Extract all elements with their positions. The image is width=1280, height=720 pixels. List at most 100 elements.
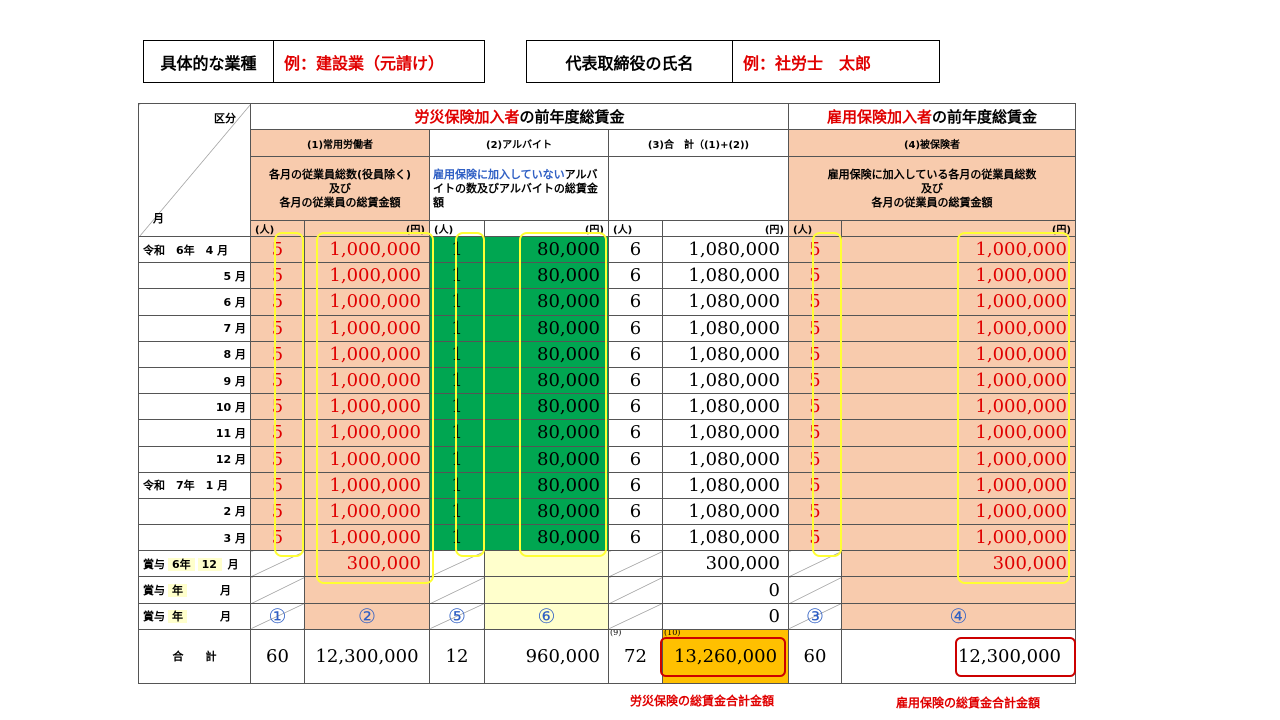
regular-count[interactable]: 5 bbox=[250, 288, 305, 316]
regular-count[interactable]: 5 bbox=[250, 366, 305, 395]
bonus-regular-wage[interactable]: ② bbox=[304, 602, 430, 630]
total-wage: 1,080,000 bbox=[662, 471, 789, 499]
regular-wage[interactable]: 1,000,000 bbox=[304, 524, 430, 552]
insured-count[interactable]: 5 bbox=[788, 288, 842, 316]
month-label: 9 月 bbox=[138, 366, 251, 395]
col4-description: 雇用保険に加入している各月の従業員総数 及び 各月の従業員の総賃金額 bbox=[788, 156, 1076, 221]
unit-yen-2: (円) bbox=[484, 220, 609, 237]
insured-count[interactable]: 5 bbox=[788, 471, 842, 499]
parttime-count[interactable]: 1 bbox=[429, 497, 485, 526]
regular-count[interactable]: 5 bbox=[250, 314, 305, 342]
bonus-insured-wage[interactable]: ④ bbox=[841, 602, 1076, 630]
insured-count[interactable]: 5 bbox=[788, 497, 842, 526]
regular-wage[interactable]: 1,000,000 bbox=[304, 288, 430, 316]
bonus-parttime-wage[interactable] bbox=[484, 576, 609, 604]
insured-count[interactable]: 5 bbox=[788, 419, 842, 447]
bonus-year[interactable]: 年 bbox=[168, 584, 187, 598]
parttime-wage[interactable]: 80,000 bbox=[484, 524, 609, 552]
regular-count[interactable]: 5 bbox=[250, 235, 305, 264]
insured-wage[interactable]: 1,000,000 bbox=[841, 262, 1076, 290]
parttime-count[interactable]: 1 bbox=[429, 471, 485, 499]
parttime-wage[interactable]: 80,000 bbox=[484, 445, 609, 473]
parttime-count[interactable]: 1 bbox=[429, 314, 485, 342]
insured-wage[interactable]: 1,000,000 bbox=[841, 393, 1076, 421]
parttime-count[interactable]: 1 bbox=[429, 524, 485, 552]
regular-wage[interactable]: 1,000,000 bbox=[304, 419, 430, 447]
regular-wage[interactable]: 1,000,000 bbox=[304, 471, 430, 499]
bonus-year[interactable]: 6年 bbox=[168, 557, 195, 571]
parttime-wage[interactable]: 80,000 bbox=[484, 471, 609, 499]
regular-wage[interactable]: 1,000,000 bbox=[304, 497, 430, 526]
representative-value[interactable]: 例：社労士 太郎 bbox=[733, 50, 871, 74]
total-count: 6 bbox=[608, 497, 663, 526]
parttime-wage[interactable]: 80,000 bbox=[484, 419, 609, 447]
parttime-count[interactable]: 1 bbox=[429, 366, 485, 395]
parttime-count[interactable]: 1 bbox=[429, 445, 485, 473]
parttime-wage[interactable]: 80,000 bbox=[484, 393, 609, 421]
insured-wage[interactable]: 1,000,000 bbox=[841, 340, 1076, 368]
representative-label: 代表取締役の氏名 bbox=[527, 41, 733, 82]
parttime-wage[interactable]: 80,000 bbox=[484, 340, 609, 368]
parttime-count[interactable]: 1 bbox=[429, 419, 485, 447]
parttime-count[interactable]: 1 bbox=[429, 288, 485, 316]
total-wage: 1,080,000 bbox=[662, 314, 789, 342]
parttime-wage[interactable]: 80,000 bbox=[484, 497, 609, 526]
insured-wage[interactable]: 1,000,000 bbox=[841, 524, 1076, 552]
bonus-regular-wage[interactable] bbox=[304, 576, 430, 604]
total-count: 6 bbox=[608, 524, 663, 552]
bonus-month[interactable]: 12 bbox=[197, 557, 222, 571]
bonus-insured-wage[interactable]: 300,000 bbox=[841, 550, 1076, 578]
insured-wage[interactable]: 1,000,000 bbox=[841, 445, 1076, 473]
month-row: 2 月 5 1,000,000 1 80,000 6 1,080,000 5 1,000,000 bbox=[138, 497, 1076, 526]
bonus-total-count-na bbox=[608, 602, 663, 630]
parttime-wage[interactable]: 80,000 bbox=[484, 288, 609, 316]
koyou-header-rest: の前年度総賃金 bbox=[932, 108, 1038, 126]
regular-wage[interactable]: 1,000,000 bbox=[304, 366, 430, 395]
regular-wage[interactable]: 1,000,000 bbox=[304, 393, 430, 421]
insured-wage[interactable]: 1,000,000 bbox=[841, 314, 1076, 342]
insured-wage[interactable]: 1,000,000 bbox=[841, 288, 1076, 316]
insured-count[interactable]: 5 bbox=[788, 366, 842, 395]
regular-wage[interactable]: 1,000,000 bbox=[304, 314, 430, 342]
parttime-wage[interactable]: 80,000 bbox=[484, 314, 609, 342]
parttime-count[interactable]: 1 bbox=[429, 235, 485, 264]
insured-count[interactable]: 5 bbox=[788, 445, 842, 473]
regular-count[interactable]: 5 bbox=[250, 340, 305, 368]
regular-count[interactable]: 5 bbox=[250, 471, 305, 499]
parttime-count[interactable]: 1 bbox=[429, 393, 485, 421]
insured-count[interactable]: 5 bbox=[788, 340, 842, 368]
insured-wage[interactable]: 1,000,000 bbox=[841, 366, 1076, 395]
insured-wage[interactable]: 1,000,000 bbox=[841, 419, 1076, 447]
bonus-year[interactable]: 年 bbox=[168, 610, 187, 624]
parttime-wage[interactable]: 80,000 bbox=[484, 366, 609, 395]
bonus-parttime-wage[interactable]: ⑥ bbox=[484, 602, 609, 630]
parttime-wage[interactable]: 80,000 bbox=[484, 262, 609, 290]
insured-count[interactable]: 5 bbox=[788, 235, 842, 264]
industry-value[interactable]: 例：建設業（元請け） bbox=[274, 50, 444, 74]
bonus-insured-wage[interactable] bbox=[841, 576, 1076, 604]
regular-wage[interactable]: 1,000,000 bbox=[304, 445, 430, 473]
regular-count[interactable]: 5 bbox=[250, 497, 305, 526]
regular-wage[interactable]: 1,000,000 bbox=[304, 340, 430, 368]
parttime-count[interactable]: 1 bbox=[429, 340, 485, 368]
parttime-wage[interactable]: 80,000 bbox=[484, 235, 609, 264]
regular-wage[interactable]: 1,000,000 bbox=[304, 262, 430, 290]
bonus-parttime-wage[interactable] bbox=[484, 550, 609, 578]
bonus-label: 賞与年 月 bbox=[138, 602, 251, 630]
insured-count[interactable]: 5 bbox=[788, 524, 842, 552]
bonus-regular-wage[interactable]: 300,000 bbox=[304, 550, 430, 578]
regular-count[interactable]: 5 bbox=[250, 524, 305, 552]
regular-count[interactable]: 5 bbox=[250, 393, 305, 421]
regular-count[interactable]: 5 bbox=[250, 262, 305, 290]
insured-count[interactable]: 5 bbox=[788, 314, 842, 342]
total-wage: 1,080,000 bbox=[662, 419, 789, 447]
insured-wage[interactable]: 1,000,000 bbox=[841, 235, 1076, 264]
insured-count[interactable]: 5 bbox=[788, 262, 842, 290]
regular-count[interactable]: 5 bbox=[250, 445, 305, 473]
regular-count[interactable]: 5 bbox=[250, 419, 305, 447]
parttime-count[interactable]: 1 bbox=[429, 262, 485, 290]
insured-wage[interactable]: 1,000,000 bbox=[841, 497, 1076, 526]
regular-wage[interactable]: 1,000,000 bbox=[304, 235, 430, 264]
insured-count[interactable]: 5 bbox=[788, 393, 842, 421]
insured-wage[interactable]: 1,000,000 bbox=[841, 471, 1076, 499]
